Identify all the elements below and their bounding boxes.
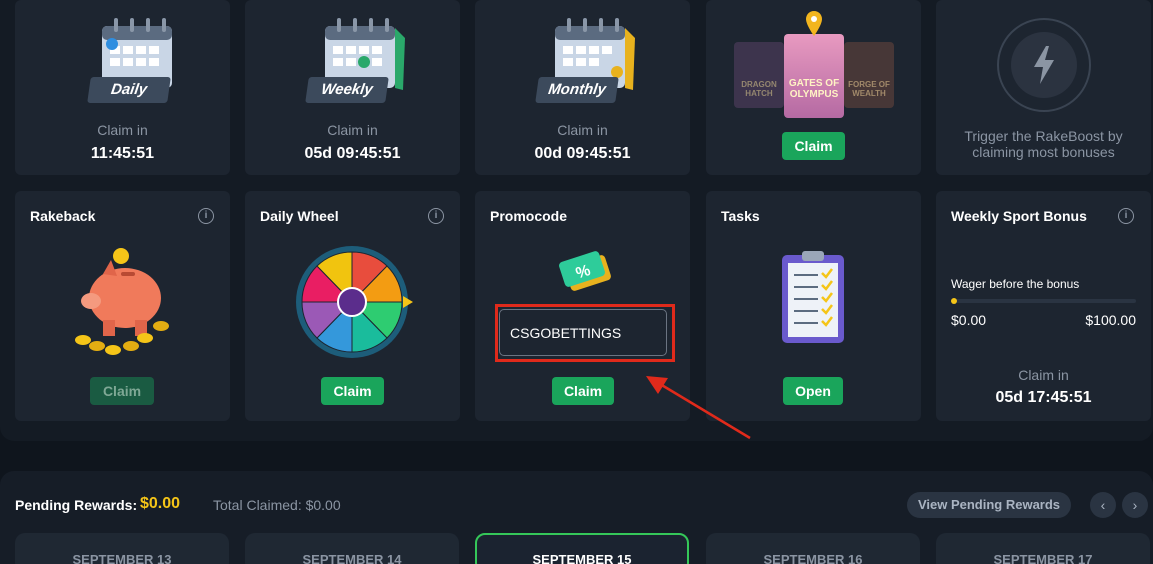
claim-in-label: Claim in [327,122,378,138]
daily-wheel-title: Daily Wheel [260,208,339,224]
weekly-sport-title: Weekly Sport Bonus [951,208,1087,224]
wager-max: $100.00 [1085,312,1136,328]
slots-claim-button[interactable]: Claim [782,132,845,160]
weekly-timer: 05d 09:45:51 [304,145,401,162]
daily-label: Daily [87,77,171,103]
wager-progress-fill [951,298,957,304]
promocode-input[interactable] [499,309,667,356]
date-tab-active[interactable]: SEPTEMBER 15 [475,533,689,564]
claim-in-label: Claim in [1018,367,1069,383]
slot-thumbnail-gates-of-olympus: GATES OF OLYMPUS [784,34,844,118]
promocode-claim-button[interactable]: Claim [552,377,614,405]
wager-progress-bar [951,298,1136,304]
clipboard-checklist-icon [782,251,844,343]
chevron-right-icon[interactable]: › [1122,492,1148,518]
slot-thumbnail-dragon-hatch: DRAGON HATCH [734,42,784,108]
rakeboost-text: Trigger the RakeBoost by claiming most b… [964,128,1123,160]
pending-rewards-label: Pending Rewards: [15,497,138,513]
monthly-label: Monthly [535,77,619,103]
weekly-label: Weekly [305,77,389,103]
date-tab[interactable]: SEPTEMBER 14 [245,533,459,564]
tasks-open-button[interactable]: Open [783,377,843,405]
location-pin-icon [806,11,822,36]
lightning-icon [1034,46,1054,84]
tasks-title: Tasks [721,208,760,224]
sport-timer: 05d 17:45:51 [995,389,1092,406]
rakeback-title: Rakeback [30,208,96,224]
info-icon[interactable]: i [198,208,214,224]
date-tab[interactable]: SEPTEMBER 17 [936,533,1150,564]
daily-timer: 11:45:51 [90,145,155,162]
weekly-sport-bonus-card: Weekly Sport Bonus i Wager before the bo… [936,191,1151,421]
daily-wheel-claim-button[interactable]: Claim [321,377,384,405]
wager-min: $0.00 [951,312,987,328]
annotation-arrow [646,376,751,440]
rakeboost-card: Trigger the RakeBoost by claiming most b… [936,0,1151,175]
weekly-bonus-card[interactable]: Weekly Claim in 05d 09:45:51 [245,0,460,175]
promocode-title: Promocode [490,208,568,224]
date-tab[interactable]: SEPTEMBER 13 [15,533,229,564]
daily-wheel-card[interactable]: Daily Wheel i Claim [245,191,460,421]
info-icon[interactable]: i [428,208,444,224]
view-pending-rewards-button[interactable]: View Pending Rewards [907,492,1071,518]
piggy-bank-icon [75,248,169,355]
prize-wheel-icon [296,246,413,358]
chevron-left-icon[interactable]: ‹ [1090,492,1116,518]
claim-in-label: Claim in [97,122,148,138]
daily-bonus-card[interactable]: Daily Claim in 11:45:51 [15,0,230,175]
claim-in-label: Claim in [557,122,608,138]
info-icon[interactable]: i [1118,208,1134,224]
wager-label: Wager before the bonus [951,277,1080,291]
monthly-bonus-card[interactable]: Monthly Claim in 00d 09:45:51 [475,0,690,175]
date-tab[interactable]: SEPTEMBER 16 [706,533,920,564]
slot-thumbnail-forge-of-wealth: FORGE OF WEALTH [844,42,894,108]
total-claimed: Total Claimed: $0.00 [213,497,341,513]
slots-bonus-card[interactable]: DRAGON HATCH FORGE OF WEALTH GATES OF OL… [706,0,921,175]
rakeback-claim-button[interactable]: Claim [90,377,154,405]
rakeback-card[interactable]: Rakeback i Claim [15,191,230,421]
coupon-icon: % [559,251,611,291]
pending-rewards-value: $0.00 [140,495,181,512]
monthly-timer: 00d 09:45:51 [534,145,631,162]
